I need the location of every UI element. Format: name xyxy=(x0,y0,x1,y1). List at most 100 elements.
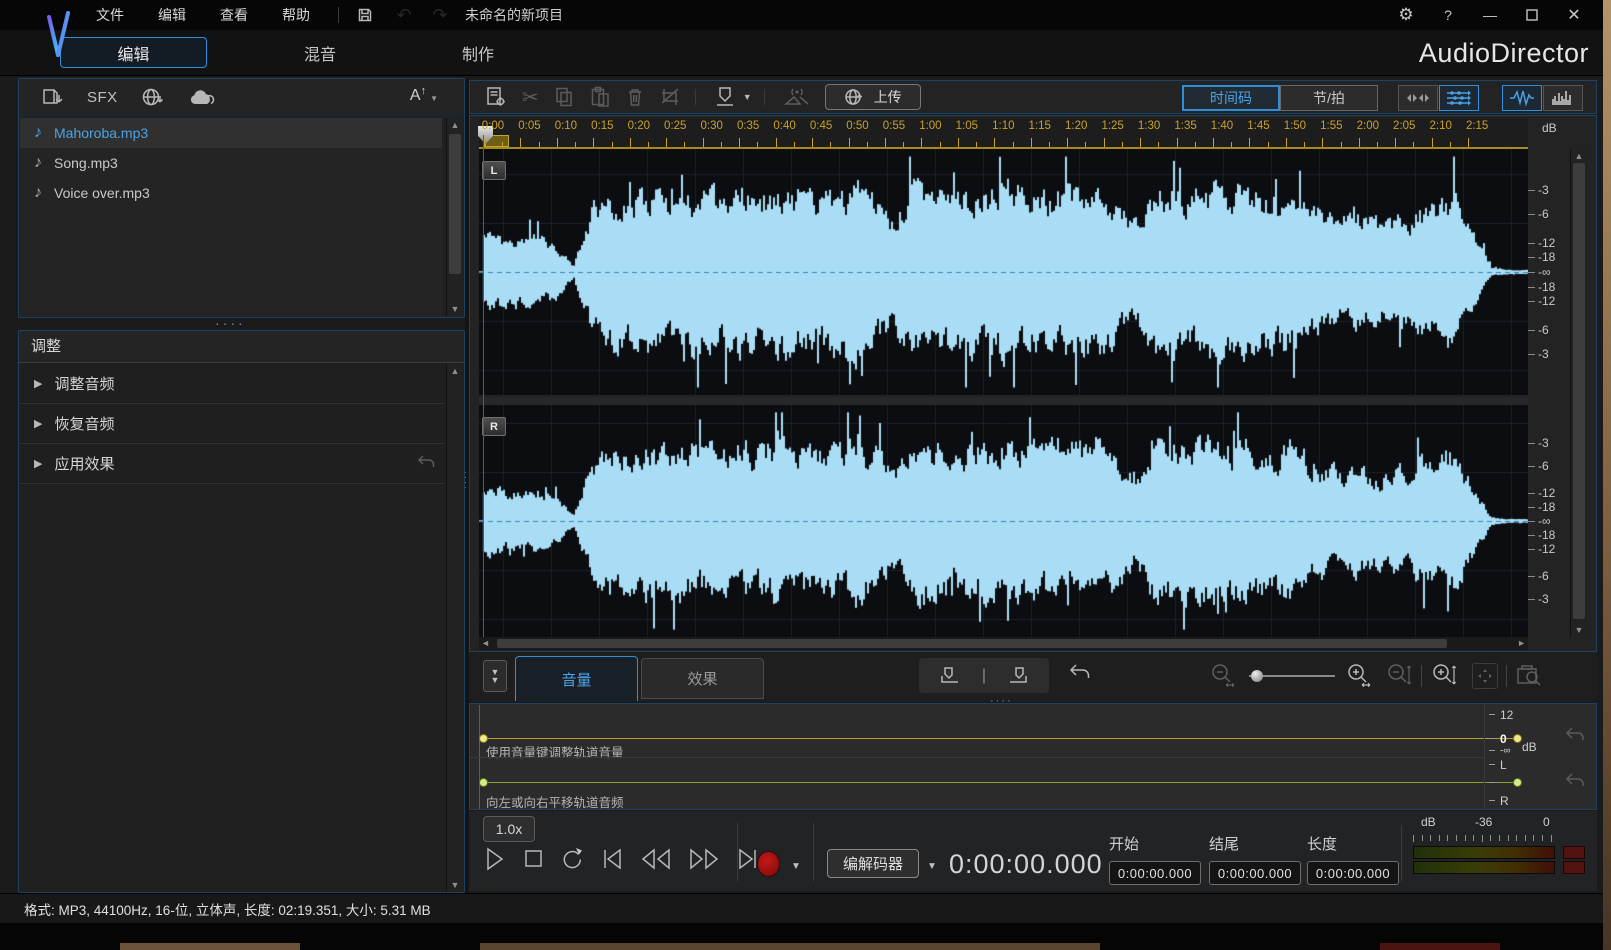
redo-icon[interactable]: ↷ xyxy=(429,5,451,26)
vertical-splitter-handle[interactable]: ∙ ∙ ∙ ∙ xyxy=(464,468,467,492)
go-to-start-button[interactable] xyxy=(599,845,625,873)
pan-handle-left[interactable] xyxy=(479,778,488,787)
cloud-icon[interactable] xyxy=(188,88,216,108)
waveform-left-channel[interactable] xyxy=(479,149,1528,395)
zoom-out-horizontal-icon[interactable] xyxy=(1209,663,1239,689)
copy-icon[interactable] xyxy=(553,86,575,108)
tab-mix[interactable]: 混音 xyxy=(262,37,378,68)
horizontal-scrollbar[interactable]: ◄ ► xyxy=(479,637,1528,650)
paste-icon[interactable] xyxy=(589,86,611,108)
cut-icon[interactable]: ✂ xyxy=(522,85,539,110)
fit-to-window-icon[interactable] xyxy=(1472,663,1498,689)
volume-rubber-band[interactable] xyxy=(482,738,1518,739)
adjust-item-2[interactable]: ▶ 应用效果 xyxy=(20,444,444,484)
spectrum-view-toggle[interactable] xyxy=(1543,85,1583,111)
timecode-toggle[interactable]: 时间码 xyxy=(1182,85,1280,111)
tab-volume[interactable]: 音量 xyxy=(515,656,638,701)
save-icon[interactable] xyxy=(357,7,379,23)
zoom-out-vertical-icon[interactable] xyxy=(1385,663,1413,689)
panel-splitter-handle[interactable]: ···· xyxy=(215,315,246,331)
mark-out-icon[interactable] xyxy=(1005,664,1031,688)
end-label: 结尾 xyxy=(1209,836,1240,853)
download-from-web-icon[interactable] xyxy=(140,87,166,109)
trim-icon[interactable] xyxy=(659,86,681,108)
left-channel-badge: L xyxy=(482,161,506,180)
rewind-button[interactable] xyxy=(639,845,673,873)
toolbar-separator xyxy=(694,89,696,105)
timeline-ruler[interactable]: 0:00 0:05 0:10 0:15 0:20 0:25 0:30 0:35 0:40 0:45… xyxy=(478,118,1528,149)
transport-bar: 1.0x ▼ 编解码器 ▼ 0:00:00.000 开始 0:00:00.000… xyxy=(469,811,1597,891)
length-value[interactable]: 0:00:00.000 xyxy=(1307,861,1399,885)
ambience-match-icon[interactable] xyxy=(783,86,811,108)
ruler-label: 1:25 xyxy=(1101,120,1124,132)
zoom-to-selection-icon[interactable] xyxy=(1515,663,1545,689)
db-tick-label: -12 xyxy=(1538,541,1556,556)
codec-button[interactable]: 编解码器 xyxy=(827,849,919,878)
minimize-button[interactable]: — xyxy=(1473,3,1507,27)
sfx-library-button[interactable]: SFX xyxy=(87,89,118,106)
db-tick-label: -3 xyxy=(1538,347,1549,362)
volume-handle-right[interactable] xyxy=(1513,734,1522,743)
adjust-scrollbar[interactable]: ▲ ▼ xyxy=(446,364,463,892)
playback-speed-button[interactable]: 1.0x xyxy=(483,816,535,842)
tab-edit[interactable]: 编辑 xyxy=(60,37,207,68)
record-button[interactable] xyxy=(757,851,780,877)
maximize-button[interactable] xyxy=(1515,3,1549,27)
pan-rubber-band[interactable] xyxy=(482,782,1518,783)
reset-effects-icon[interactable] xyxy=(416,454,436,470)
clip-properties-icon[interactable] xyxy=(484,85,508,109)
record-dropdown-icon[interactable]: ▼ xyxy=(791,861,801,872)
waveform-view-toggle[interactable] xyxy=(1502,85,1542,111)
clip-indicator-left xyxy=(1563,846,1585,859)
file-item-mahoroba-mp3[interactable]: ♪ Mahoroba.mp3 xyxy=(20,118,442,148)
menu-file[interactable]: 文件 xyxy=(86,0,134,30)
menu-edit[interactable]: 编辑 xyxy=(148,0,196,30)
menu-help[interactable]: 帮助 xyxy=(272,0,320,30)
waveform-vertical-scrollbar[interactable]: ▲ ▼ xyxy=(1570,149,1587,637)
settings-gear-icon[interactable]: ⚙ xyxy=(1389,3,1423,27)
file-item-song-mp3[interactable]: ♪ Song.mp3 xyxy=(20,148,442,178)
pan-handle-right[interactable] xyxy=(1513,778,1522,787)
fast-forward-button[interactable] xyxy=(687,845,721,873)
zoom-slider-knob[interactable] xyxy=(1251,670,1263,682)
add-marker-icon[interactable]: ▼ xyxy=(714,85,752,109)
import-media-icon[interactable] xyxy=(41,87,65,109)
end-value[interactable]: 0:00:00.000 xyxy=(1209,861,1301,885)
stop-button[interactable] xyxy=(521,845,545,873)
adjust-item-1[interactable]: ▶ 恢复音频 xyxy=(20,404,444,444)
help-button[interactable]: ? xyxy=(1431,3,1465,27)
waveform-region: 0:00 0:05 0:10 0:15 0:20 0:25 0:30 0:35 0:40 0:45… xyxy=(469,115,1597,652)
keyframe-tool-toggle[interactable] xyxy=(1439,85,1479,111)
reset-pan-icon[interactable] xyxy=(1564,772,1586,790)
volume-hint: 使用音量键调整轨道音量 xyxy=(486,746,624,760)
waveform-right-channel[interactable] xyxy=(479,405,1528,637)
upload-button[interactable]: 上传 xyxy=(824,84,921,110)
undo-edit-icon[interactable] xyxy=(1067,662,1091,682)
delete-icon[interactable] xyxy=(625,86,645,108)
ruler-label: 0:40 xyxy=(773,120,796,132)
tab-produce[interactable]: 制作 xyxy=(420,37,536,68)
collapse-panel-button[interactable]: ▼ ▼ xyxy=(483,660,507,692)
play-button[interactable] xyxy=(483,845,507,873)
adjust-item-0[interactable]: ▶ 调整音频 xyxy=(20,364,444,404)
text-size-button[interactable]: A ↑ ▼ xyxy=(410,85,438,105)
beat-toggle[interactable]: 节/拍 xyxy=(1280,85,1378,111)
menu-view[interactable]: 查看 xyxy=(210,0,258,30)
file-item-voice-over-mp3[interactable]: ♪ Voice over.mp3 xyxy=(20,178,442,208)
stretch-tool-toggle[interactable] xyxy=(1398,85,1438,111)
undo-icon[interactable]: ↶ xyxy=(393,5,415,26)
scale-divider xyxy=(1484,704,1485,809)
library-scrollbar[interactable]: ▲ ▼ xyxy=(446,118,463,316)
zoom-slider[interactable] xyxy=(1249,670,1335,682)
tab-effects[interactable]: 效果 xyxy=(641,658,764,699)
start-value[interactable]: 0:00:00.000 xyxy=(1109,861,1201,885)
zoom-in-horizontal-icon[interactable] xyxy=(1345,663,1375,689)
db-tick-label: -18 xyxy=(1538,279,1556,294)
mark-in-icon[interactable] xyxy=(937,664,963,688)
loop-button[interactable] xyxy=(559,845,585,873)
zoom-in-vertical-icon[interactable] xyxy=(1430,663,1458,689)
ruler-label: 0:35 xyxy=(736,120,760,132)
close-button[interactable]: ✕ xyxy=(1557,3,1591,27)
reset-volume-icon[interactable] xyxy=(1564,726,1586,744)
codec-dropdown-icon[interactable]: ▼ xyxy=(927,861,937,872)
